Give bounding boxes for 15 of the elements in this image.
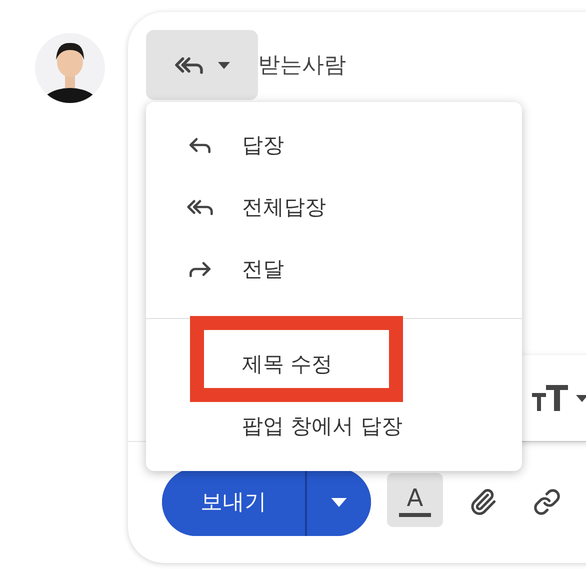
menu-item[interactable]: 제목 수정 xyxy=(146,333,522,395)
text-size-icon[interactable] xyxy=(532,385,568,411)
caret-icon xyxy=(218,62,230,68)
menu-item[interactable]: 전달 xyxy=(146,238,522,300)
menu-item[interactable]: 팝업 창에서 답장 xyxy=(146,395,522,457)
menu-item[interactable]: 답장 xyxy=(146,114,522,176)
text-color-button[interactable]: A xyxy=(387,473,443,527)
paperclip-icon xyxy=(469,488,497,516)
reply-type-button[interactable] xyxy=(146,30,258,100)
caret-icon[interactable] xyxy=(576,394,586,402)
recipients-label: 받는사람 xyxy=(258,52,346,80)
link-icon xyxy=(533,488,561,516)
menu-item[interactable]: 전체답장 xyxy=(146,176,522,238)
send-button[interactable]: 보내기 xyxy=(162,468,307,536)
caret-icon xyxy=(331,498,347,506)
